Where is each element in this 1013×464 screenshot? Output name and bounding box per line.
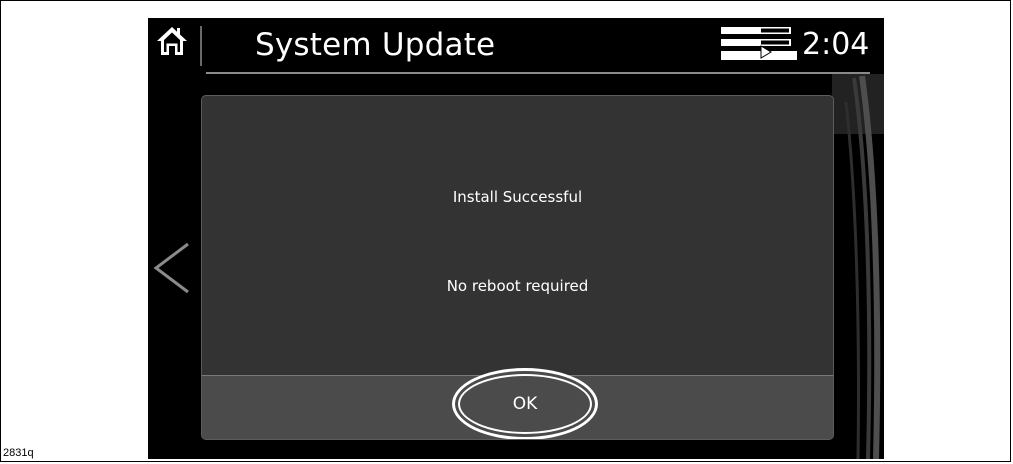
chevron-left-icon[interactable] [150, 240, 192, 296]
page-title: System Update [255, 27, 496, 63]
clock-time: 2:04 [802, 27, 870, 62]
dialog-message: Install Successful [452, 188, 583, 206]
header-rule [206, 72, 870, 74]
install-dialog: Install Successful No reboot required OK [201, 95, 834, 440]
dialog-footer: OK [202, 368, 833, 439]
infotainment-screen: System Update 2:04 Install Successful No… [148, 18, 884, 459]
ok-button-label: OK [512, 394, 538, 414]
header-divider [200, 26, 202, 66]
figure-id: 2831q [3, 447, 34, 459]
home-icon[interactable] [156, 24, 188, 58]
scrollbar[interactable] [832, 72, 884, 459]
dialog-detail: No reboot required [446, 277, 589, 295]
ok-button[interactable]: OK [452, 368, 598, 439]
media-status-icon [721, 27, 797, 60]
